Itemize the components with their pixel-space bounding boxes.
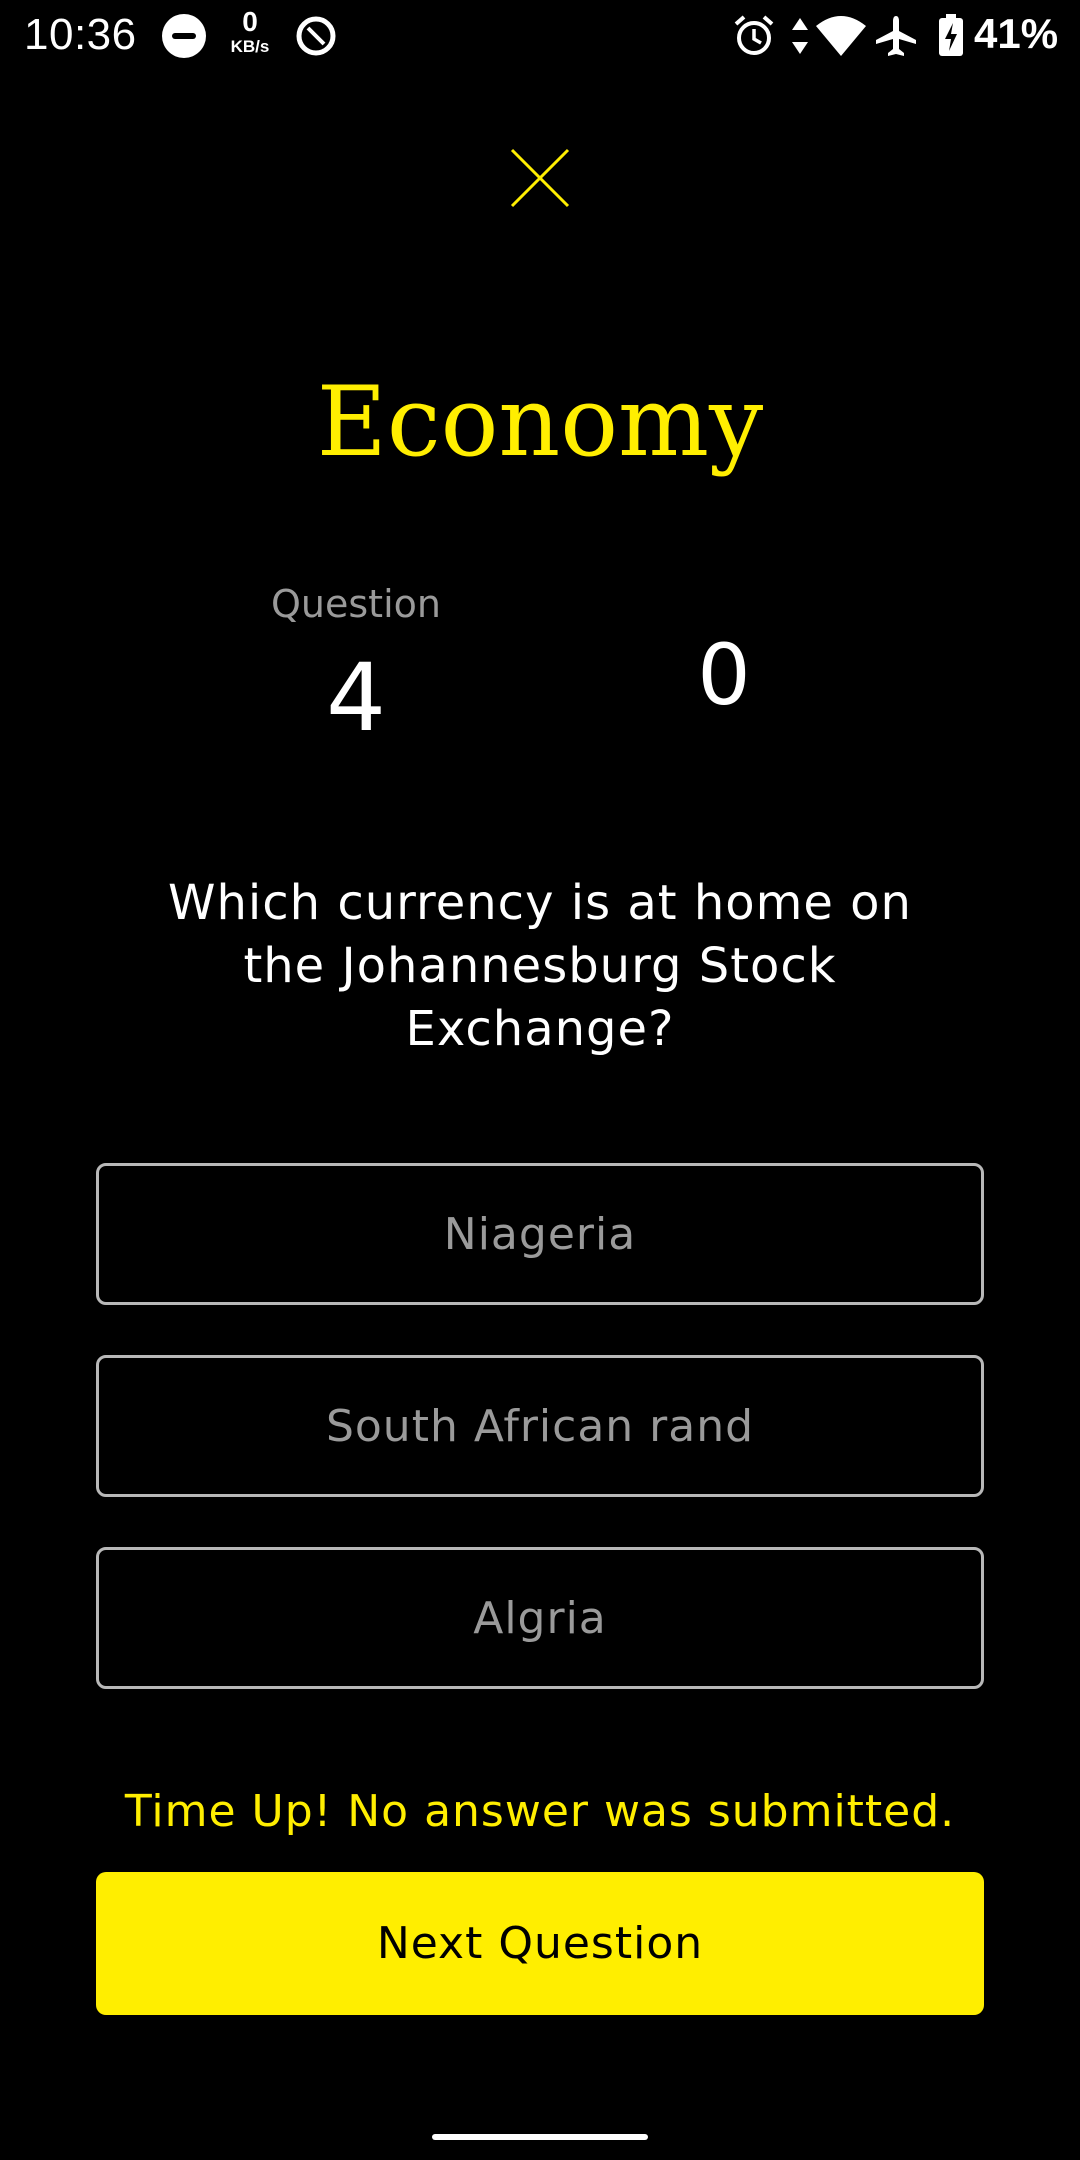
sync-icon [296,16,336,56]
close-button[interactable] [500,138,580,218]
wifi-icon [816,16,866,56]
answer-list: Niageria South African rand Algria [96,1163,984,1739]
question-label: Question [271,582,441,626]
notification-icon [162,14,206,58]
category-title: Economy [316,366,764,478]
answer-option[interactable]: South African rand [96,1355,984,1497]
question-number: 4 [326,644,386,753]
answer-option[interactable]: Niageria [96,1163,984,1305]
question-text: Which currency is at home on the Johanne… [168,875,912,1057]
battery-charging-icon [939,14,963,56]
status-time: 10:36 [24,10,137,59]
home-indicator[interactable] [432,2134,648,2140]
battery-percent: 41% [974,10,1059,57]
data-arrows-icon [792,18,808,54]
close-icon [510,148,570,208]
status-bar: 10:36 0 KB/s 41% [0,0,1080,72]
network-speed-unit: KB/s [230,37,270,56]
airplane-icon [876,16,916,56]
network-speed-value: 0 [242,6,258,37]
feedback-message: Time Up! No answer was submitted. [124,1786,956,1837]
answer-option[interactable]: Algria [96,1547,984,1689]
score-value: 0 [697,626,751,724]
next-question-button[interactable]: Next Question [96,1872,984,2015]
alarm-icon [734,15,774,55]
network-speed: 0 KB/s [224,6,276,56]
